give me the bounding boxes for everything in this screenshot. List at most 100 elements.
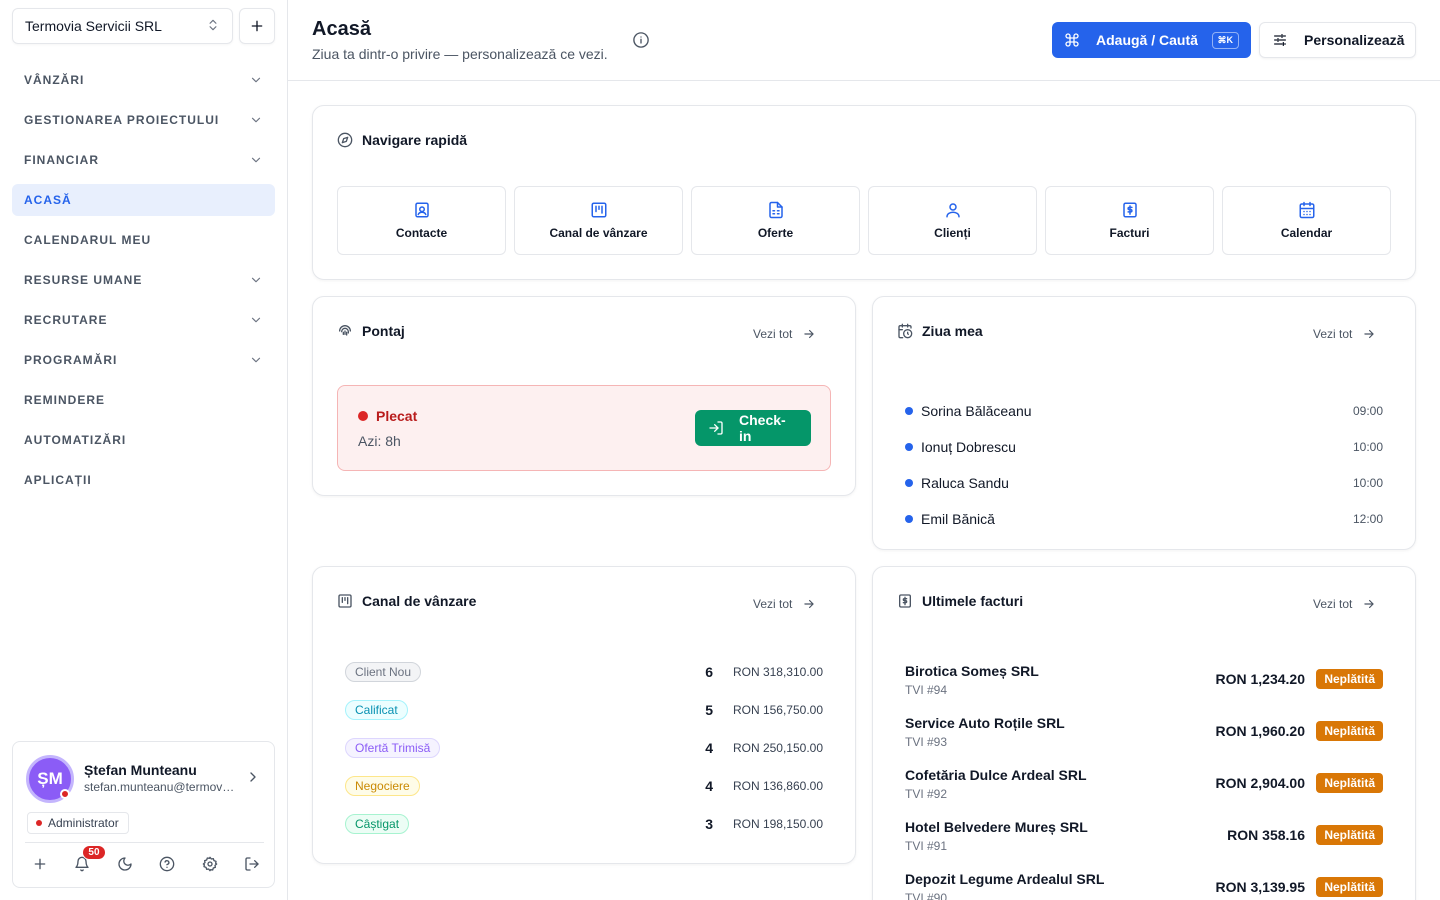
agenda-item[interactable]: Ionuț Dobrescu 10:00 bbox=[905, 429, 1383, 465]
invoice-client: Birotica Someș SRL bbox=[905, 663, 1039, 679]
my-day-title: Ziua mea bbox=[922, 323, 983, 339]
notifications-button[interactable]: 50 bbox=[68, 845, 106, 878]
invoices-card: Ultimele facturi Vezi tot Birotica Someș… bbox=[872, 566, 1416, 900]
calendar-icon bbox=[1298, 201, 1316, 219]
chevron-down-icon bbox=[249, 153, 263, 167]
stage-badge: Calificat bbox=[345, 700, 408, 720]
agenda-item[interactable]: Raluca Sandu 10:00 bbox=[905, 465, 1383, 501]
pipeline-row[interactable]: Client Nou 6 RON 318,310.00 bbox=[345, 653, 823, 691]
compass-icon bbox=[337, 132, 353, 148]
quick-tile-oferte[interactable]: Oferte bbox=[691, 186, 860, 255]
help-button[interactable] bbox=[153, 850, 181, 878]
stage-count: 5 bbox=[705, 702, 713, 718]
quick-tile-contacte[interactable]: Contacte bbox=[337, 186, 506, 255]
role-badge: Administrator bbox=[27, 812, 129, 834]
arrow-right-icon bbox=[802, 327, 816, 341]
sidebar-item-calendarul-meu[interactable]: CALENDARUL MEU bbox=[12, 224, 275, 256]
sidebar-item-label: PROGRAMĂRI bbox=[24, 353, 118, 367]
pipeline-row[interactable]: Negociere 4 RON 136,860.00 bbox=[345, 767, 823, 805]
invoice-icon bbox=[1121, 201, 1139, 219]
agenda-name: Raluca Sandu bbox=[921, 475, 1009, 491]
status-text: Plecat bbox=[376, 408, 418, 424]
sidebar-item-acasa[interactable]: ACASĂ bbox=[12, 184, 275, 216]
sidebar-item-vanzari[interactable]: VÂNZĂRI bbox=[12, 64, 275, 96]
sidebar-item-label: RECRUTARE bbox=[24, 313, 108, 327]
organization-select[interactable]: Termovia Servicii SRL bbox=[12, 8, 233, 44]
invoice-row[interactable]: Hotel Belvedere Mureș SRL TVI #91 RON 358.… bbox=[905, 819, 1383, 871]
add-search-button[interactable]: Adaugă / Caută ⌘K bbox=[1052, 22, 1251, 58]
check-in-label: Check-in bbox=[739, 412, 786, 444]
quick-tile-canal-de-vanzare[interactable]: Canal de vânzare bbox=[514, 186, 683, 255]
invoice-row[interactable]: Service Auto Roțile SRL TVI #93 RON 1,960.… bbox=[905, 715, 1383, 767]
sidebar-item-remindere[interactable]: REMINDERE bbox=[12, 384, 275, 416]
add-search-label: Adaugă / Caută bbox=[1096, 32, 1198, 48]
customize-button[interactable]: Personalizează bbox=[1259, 22, 1416, 58]
organization-name: Termovia Servicii SRL bbox=[25, 18, 162, 34]
agenda-name: Sorina Bălăceanu bbox=[921, 403, 1032, 419]
quick-tile-label: Calendar bbox=[1280, 226, 1333, 240]
sliders-icon bbox=[1272, 32, 1288, 48]
settings-button[interactable] bbox=[196, 850, 224, 878]
sidebar: Termovia Servicii SRL VÂNZĂRI GESTIONARE… bbox=[0, 0, 288, 900]
agenda-dot bbox=[905, 407, 913, 415]
fingerprint-icon bbox=[337, 323, 353, 339]
invoice-row[interactable]: Birotica Someș SRL TVI #94 RON 1,234.20 Nep… bbox=[905, 663, 1383, 715]
see-all-label: Vezi tot bbox=[753, 597, 793, 611]
sidebar-item-gestionarea-proiectului[interactable]: GESTIONAREA PROIECTULUI bbox=[12, 104, 275, 136]
theme-toggle-button[interactable] bbox=[111, 850, 139, 878]
chevron-right-icon[interactable] bbox=[245, 769, 261, 785]
quick-tile-calendar[interactable]: Calendar bbox=[1222, 186, 1391, 255]
customize-label: Personalizează bbox=[1304, 32, 1405, 48]
user-icon bbox=[944, 201, 962, 219]
invoice-status-badge: Neplătită bbox=[1316, 721, 1383, 741]
pontaj-title: Pontaj bbox=[362, 323, 405, 339]
chevron-down-icon bbox=[249, 353, 263, 367]
invoice-status-badge: Neplătită bbox=[1316, 877, 1383, 897]
invoice-row[interactable]: Cofetăria Dulce Ardeal SRL TVI #92 RON 2,9… bbox=[905, 767, 1383, 819]
notification-count-badge: 50 bbox=[82, 845, 106, 860]
user-name: Ștefan Munteanu bbox=[84, 762, 197, 778]
stage-amount: RON 250,150.00 bbox=[732, 741, 823, 755]
sidebar-item-aplicatii[interactable]: APLICAȚII bbox=[12, 464, 275, 496]
agenda-list: Sorina Bălăceanu 09:00 Ionuț Dobrescu 10:0… bbox=[905, 393, 1383, 537]
sidebar-item-automatizari[interactable]: AUTOMATIZĂRI bbox=[12, 424, 275, 456]
see-all-link[interactable]: Vezi tot bbox=[753, 597, 816, 611]
divider bbox=[25, 842, 264, 843]
stage-amount: RON 198,150.00 bbox=[732, 817, 823, 831]
sidebar-item-label: ACASĂ bbox=[24, 193, 72, 207]
pipeline-row[interactable]: Câștigat 3 RON 198,150.00 bbox=[345, 805, 823, 843]
see-all-link[interactable]: Vezi tot bbox=[1313, 327, 1376, 341]
card-title: Canal de vânzare bbox=[337, 593, 476, 609]
stage-amount: RON 136,860.00 bbox=[732, 779, 823, 793]
agenda-item[interactable]: Emil Bănică 12:00 bbox=[905, 501, 1383, 537]
document-icon bbox=[767, 201, 785, 219]
agenda-name: Emil Bănică bbox=[921, 511, 995, 527]
stage-badge: Client Nou bbox=[345, 662, 422, 682]
sidebar-item-recrutare[interactable]: RECRUTARE bbox=[12, 304, 275, 336]
sidebar-item-resurse-umane[interactable]: RESURSE UMANE bbox=[12, 264, 275, 296]
invoices-title: Ultimele facturi bbox=[922, 593, 1024, 609]
quick-tile-label: Oferte bbox=[757, 226, 794, 240]
sidebar-nav: VÂNZĂRI GESTIONAREA PROIECTULUI FINANCIA… bbox=[12, 64, 275, 504]
pipeline-row[interactable]: Calificat 5 RON 156,750.00 bbox=[345, 691, 823, 729]
info-icon[interactable] bbox=[632, 31, 650, 49]
sidebar-item-label: VÂNZĂRI bbox=[24, 73, 85, 87]
add-button[interactable] bbox=[26, 850, 54, 878]
pipeline-row[interactable]: Ofertă Trimisă 4 RON 250,150.00 bbox=[345, 729, 823, 767]
agenda-dot bbox=[905, 443, 913, 451]
invoice-list: Birotica Someș SRL TVI #94 RON 1,234.20 Nep… bbox=[905, 663, 1383, 900]
quick-tile-facturi[interactable]: Facturi bbox=[1045, 186, 1214, 255]
sidebar-item-programari[interactable]: PROGRAMĂRI bbox=[12, 344, 275, 376]
agenda-item[interactable]: Sorina Bălăceanu 09:00 bbox=[905, 393, 1383, 429]
see-all-link[interactable]: Vezi tot bbox=[753, 327, 816, 341]
sidebar-item-financiar[interactable]: FINANCIAR bbox=[12, 144, 275, 176]
check-in-button[interactable]: Check-in bbox=[695, 410, 811, 446]
quick-tile-clienti[interactable]: Clienți bbox=[868, 186, 1037, 255]
invoice-row[interactable]: Depozit Legume Ardealul SRL TVI #90 RON 3,… bbox=[905, 871, 1383, 900]
add-organization-button[interactable] bbox=[239, 8, 275, 44]
pipeline-title: Canal de vânzare bbox=[362, 593, 477, 609]
see-all-link[interactable]: Vezi tot bbox=[1313, 597, 1376, 611]
stage-count: 6 bbox=[705, 664, 713, 680]
logout-button[interactable] bbox=[238, 850, 266, 878]
card-title: Pontaj bbox=[337, 323, 405, 339]
